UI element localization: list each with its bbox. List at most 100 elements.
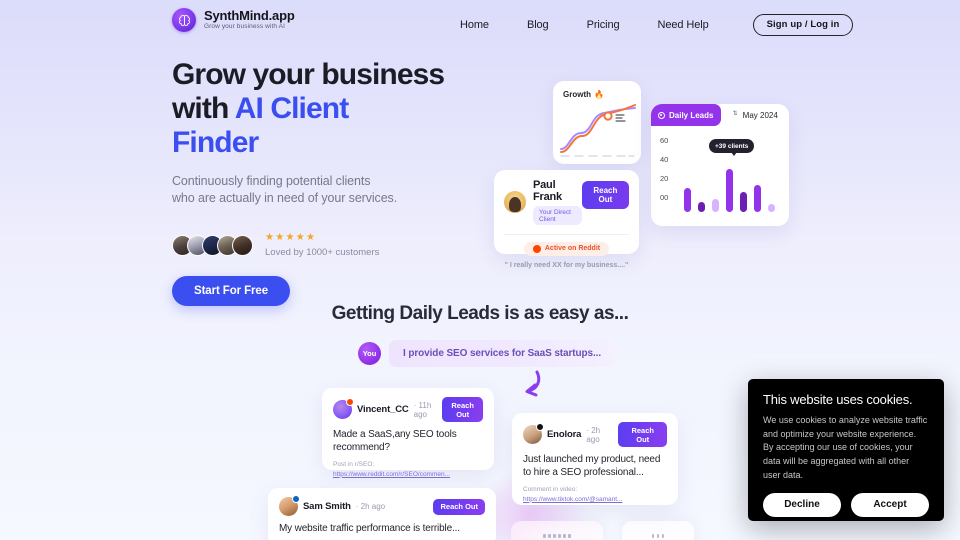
radio-selected-icon	[658, 111, 665, 119]
platform-chip: Active on Reddit	[523, 241, 610, 256]
reddit-icon	[346, 398, 354, 406]
lead-name: Enolora	[547, 429, 582, 440]
curved-arrow-icon	[525, 370, 541, 397]
cookie-consent-banner: This website uses cookies. We use cookie…	[748, 379, 944, 521]
chart-bar	[754, 184, 761, 212]
cookie-banner-text: We use cookies to analyze website traffi…	[763, 415, 928, 480]
reach-out-button[interactable]: Reach Out	[433, 498, 485, 515]
lead-meta-label: Comment in video:	[523, 486, 578, 494]
nav-item-home[interactable]: Home	[460, 19, 489, 31]
month-selector-label: May 2024	[742, 110, 778, 120]
social-proof-label: Loved by 1000+ customers	[265, 247, 380, 259]
chart-bar	[684, 187, 691, 212]
lead-card[interactable]: Sam Smith · 2h ago Reach Out My website …	[268, 488, 496, 540]
client-name: Paul Frank	[533, 179, 562, 203]
reach-out-button[interactable]: Reach Out	[618, 422, 667, 447]
placeholder-dots-icon	[543, 534, 571, 538]
social-proof: ★★★★★ Loved by 1000+ customers	[172, 233, 492, 258]
lead-name: Vincent_CC	[357, 404, 409, 415]
ytick-60: 60	[660, 136, 669, 145]
chart-bar	[698, 202, 705, 212]
avatar	[232, 235, 253, 257]
avatar	[279, 495, 300, 516]
chart-bar	[712, 198, 719, 212]
growth-card-label: Growth	[563, 90, 591, 99]
nav-item-blog[interactable]: Blog	[527, 19, 549, 31]
nav-item-pricing[interactable]: Pricing	[587, 19, 620, 31]
hero-title-accent1: AI Client	[234, 91, 349, 125]
lead-body: Just launched my product, need to hire a…	[523, 454, 661, 479]
avatar	[523, 423, 544, 444]
leads-bar-chart: 60 40 20 00 +39 clients	[651, 126, 789, 226]
avatar-group	[172, 235, 253, 257]
lead-timestamp: · 2h ago	[586, 425, 601, 444]
star-rating-icon: ★★★★★	[265, 232, 317, 244]
lead-card-placeholder[interactable]	[622, 521, 694, 540]
direct-client-card: Paul Frank Your Direct Client Reach Out …	[494, 170, 639, 269]
brand-name: SynthMind.app	[204, 8, 295, 24]
avatar	[333, 398, 354, 419]
hero-title-line2-plain: with	[172, 91, 235, 125]
tab-daily-leads-label: Daily Leads	[669, 110, 714, 120]
brain-icon	[172, 8, 196, 32]
site-header: SynthMind.app Grow your business with AI…	[0, 0, 960, 44]
signup-login-button[interactable]: Sign up / Log in	[752, 14, 854, 36]
ytick-40: 40	[660, 155, 669, 164]
accept-button[interactable]: Accept	[851, 493, 929, 518]
reach-out-button[interactable]: Reach Out	[442, 397, 483, 422]
month-selector[interactable]: ⇅ May 2024	[721, 104, 789, 126]
brand-logo[interactable]: SynthMind.app Grow your business with AI	[172, 8, 295, 32]
you-message-row: You I provide SEO services for SaaS star…	[358, 340, 616, 367]
lead-meta-label: Post in r/SEO:	[333, 461, 375, 469]
tiktok-icon	[536, 423, 544, 431]
hero-section: Grow your business with AI Client Finder…	[172, 58, 492, 307]
decline-button[interactable]: Decline	[763, 493, 841, 518]
lead-name: Sam Smith	[303, 501, 351, 512]
brand-tagline: Grow your business with AI	[204, 23, 285, 31]
platform-chip-label: Active on Reddit	[544, 245, 601, 252]
growth-card: Growth 🔥	[553, 81, 641, 164]
chart-bars	[684, 146, 775, 212]
lead-meta: Post in r/SEO: https://www.reddit.com/r/…	[333, 460, 483, 479]
lead-card[interactable]: Vincent_CC · 11h ago Reach Out Made a Sa…	[322, 388, 494, 478]
chevron-updown-icon: ⇅	[732, 111, 738, 118]
hero-title-line1: Grow your business	[172, 58, 445, 91]
hero-subtitle-line1: Continuously finding potential clients	[172, 173, 371, 188]
lead-timestamp: · 2h ago	[355, 502, 386, 511]
cookie-banner-title: This website uses cookies.	[763, 392, 913, 407]
nav-item-need-help[interactable]: Need Help	[658, 19, 709, 31]
fire-icon: 🔥	[594, 90, 604, 99]
page-title: Grow your business with AI Client Finder	[172, 58, 492, 160]
tab-daily-leads[interactable]: Daily Leads	[651, 104, 722, 126]
avatar	[504, 191, 526, 214]
daily-leads-card: Daily Leads ⇅ May 2024 60 40 20 00 +39 c…	[651, 104, 789, 226]
divider	[504, 233, 629, 235]
lead-body: Made a SaaS,any SEO tools recommend?	[333, 429, 457, 454]
hero-subtitle: Continuously finding potential clients w…	[172, 173, 492, 208]
lead-meta: Comment in video: https://www.tiktok.com…	[523, 485, 667, 504]
lead-source-link[interactable]: https://www.reddit.com/r/SEO/commen...	[333, 471, 450, 478]
growth-line-chart	[560, 104, 636, 157]
lead-card-placeholder[interactable]	[511, 521, 603, 540]
chart-bar	[768, 204, 775, 212]
client-quote: " I really need XX for my business...."	[504, 261, 629, 269]
start-for-free-button[interactable]: Start For Free	[172, 276, 291, 307]
reddit-icon	[532, 244, 541, 253]
lead-source-link[interactable]: https://www.tiktok.com/@samant...	[523, 496, 622, 503]
lead-body: My website traffic performance is terrib…	[279, 523, 460, 534]
chart-bar	[740, 192, 747, 212]
status-badge: Your Direct Client	[533, 206, 582, 225]
lead-card[interactable]: Enolora · 2h ago Reach Out Just launched…	[512, 413, 678, 505]
reach-out-button[interactable]: Reach Out	[581, 181, 629, 209]
hero-title-accent2: Finder	[172, 125, 259, 159]
you-message-bubble: I provide SEO services for SaaS startups…	[389, 340, 616, 367]
ytick-00: 00	[660, 193, 669, 202]
linkedin-icon	[292, 495, 300, 503]
chart-y-axis: 60 40 20 00	[660, 136, 668, 212]
main-nav: Home Blog Pricing Need Help Sign up / Lo…	[460, 14, 854, 36]
lead-timestamp: · 11h ago	[413, 400, 432, 419]
placeholder-dots-icon	[651, 534, 665, 538]
chart-bar	[726, 169, 733, 212]
ytick-20: 20	[660, 174, 669, 183]
leads-tabs: Daily Leads ⇅ May 2024	[651, 104, 789, 126]
